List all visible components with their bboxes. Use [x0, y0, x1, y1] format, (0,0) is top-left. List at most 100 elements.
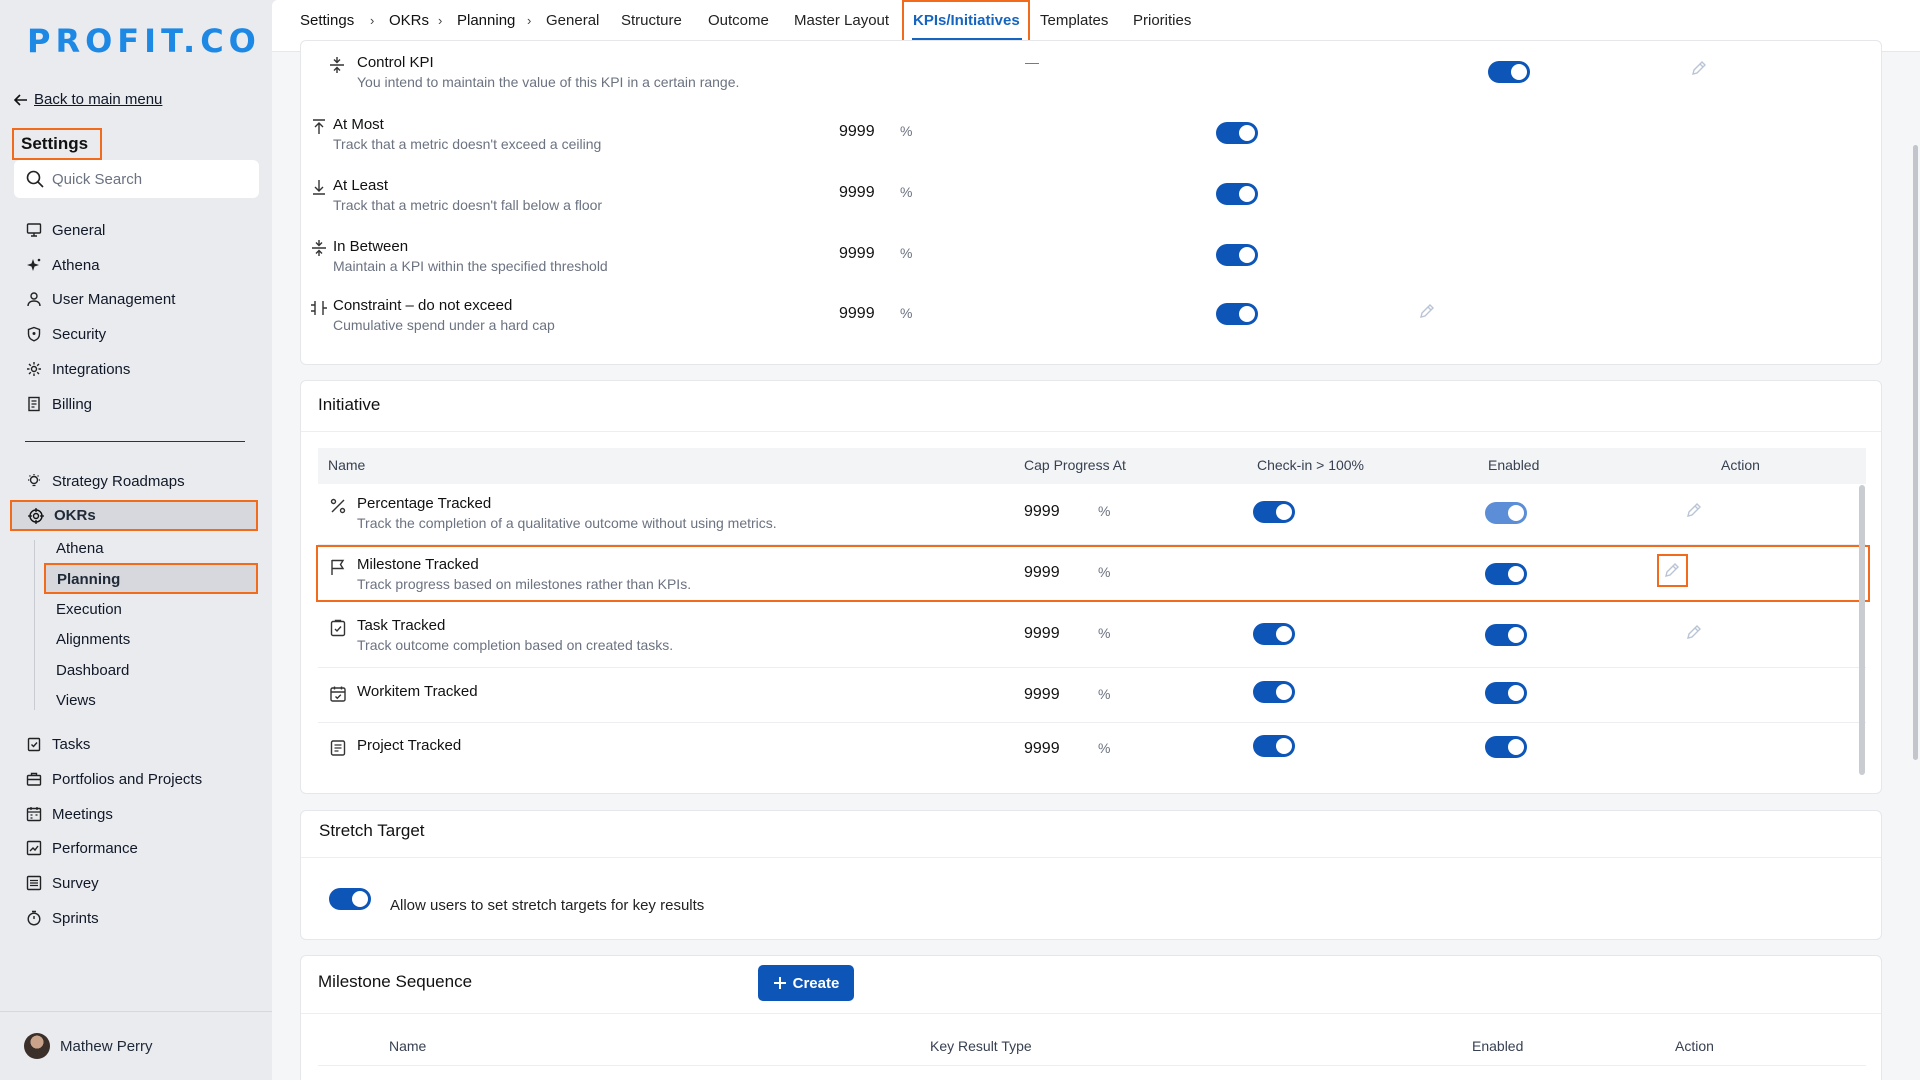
tab-structure[interactable]: Structure: [621, 12, 682, 29]
shield-icon: [27, 326, 41, 342]
sidebar-item-label: Survey: [52, 874, 99, 892]
milestone-sequence-title: Milestone Sequence: [318, 972, 473, 991]
initiative-row-desc: Track progress based on milestones rathe…: [357, 576, 692, 592]
quick-search[interactable]: [14, 160, 259, 198]
sidebar-item-tasks[interactable]: Tasks: [26, 730, 90, 758]
edit-pencil-icon[interactable]: [1418, 302, 1436, 320]
kpi-row-desc: Cumulative spend under a hard cap: [333, 317, 555, 333]
create-button-label: Create: [792, 974, 840, 992]
kpi-row-enabled-toggle[interactable]: [1216, 303, 1258, 325]
document-icon: [330, 740, 346, 756]
initiative-title: Initiative: [318, 395, 381, 414]
tab-master-layout[interactable]: Master Layout: [794, 12, 889, 29]
subnav-item-athena[interactable]: Athena: [56, 540, 104, 557]
kpi-row-title: In Between: [333, 238, 409, 255]
briefcase-icon: [26, 772, 42, 786]
col-header-action: Action: [1675, 1038, 1714, 1054]
initiative-row-title: Task Tracked: [357, 617, 446, 634]
sidebar-item-label: General: [52, 221, 106, 239]
kpi-row-desc: Maintain a KPI within the specified thre…: [333, 258, 608, 274]
initiative-row-unit: %: [1098, 564, 1111, 580]
checkin-toggle[interactable]: [1253, 681, 1295, 703]
sidebar-item-integrations[interactable]: Integrations: [26, 355, 130, 383]
edit-pencil-icon[interactable]: [1663, 561, 1681, 579]
sidebar-item-general[interactable]: General: [26, 216, 105, 244]
breadcrumb-okrs[interactable]: OKRs: [389, 12, 429, 29]
breadcrumb-settings[interactable]: Settings: [300, 12, 354, 29]
tab-general[interactable]: General: [546, 12, 599, 29]
percent-icon: [330, 498, 346, 514]
sidebar-item-label: Integrations: [52, 360, 131, 378]
sidebar-item-label: Billing: [52, 395, 93, 413]
initiative-table-scrollbar[interactable]: [1859, 485, 1865, 775]
avatar: [24, 1033, 50, 1059]
main-content: Settings › OKRs › Planning › General Str…: [272, 0, 1920, 1080]
initiative-row-value[interactable]: 9999: [1024, 564, 1060, 582]
initiative-row-unit: %: [1098, 740, 1111, 756]
sidebar-item-security[interactable]: Security: [26, 320, 106, 348]
kpi-row-value[interactable]: 9999: [839, 184, 875, 202]
subnav-item-alignments[interactable]: Alignments: [56, 631, 130, 648]
kpi-row-enabled-toggle[interactable]: [1216, 244, 1258, 266]
initiative-row-unit: %: [1098, 686, 1111, 702]
subnav-item-dashboard[interactable]: Dashboard: [56, 662, 129, 679]
stretch-target-title: Stretch Target: [319, 821, 425, 840]
edit-pencil-icon[interactable]: [1690, 59, 1708, 77]
back-to-main-menu-link[interactable]: Back to main menu: [14, 91, 162, 108]
arrow-down-floor-icon: [313, 180, 325, 195]
stretch-target-toggle[interactable]: [329, 888, 371, 910]
kpi-row-enabled-toggle[interactable]: [1216, 122, 1258, 144]
sidebar-item-survey[interactable]: Survey: [26, 869, 99, 897]
sidebar-item-meetings[interactable]: Meetings: [26, 800, 113, 828]
initiative-row-title: Workitem Tracked: [357, 683, 478, 700]
checkin-toggle[interactable]: [1253, 623, 1295, 645]
enabled-toggle[interactable]: [1485, 502, 1527, 524]
sidebar-item-portfolios[interactable]: Portfolios and Projects: [26, 765, 202, 793]
subnav-item-planning[interactable]: Planning: [44, 563, 258, 594]
milestone-row-highlight: [316, 545, 1870, 602]
sidebar-item-strategy-roadmaps[interactable]: Strategy Roadmaps: [26, 467, 185, 495]
checkin-toggle[interactable]: [1253, 501, 1295, 523]
initiative-row-value[interactable]: 9999: [1024, 686, 1060, 704]
create-button[interactable]: Create: [758, 965, 854, 1001]
initiative-row-value[interactable]: 9999: [1024, 503, 1060, 521]
tab-priorities[interactable]: Priorities: [1133, 12, 1191, 29]
sidebar-item-okrs[interactable]: OKRs: [10, 500, 258, 531]
kpi-row-value[interactable]: 9999: [839, 123, 875, 141]
sidebar-item-user-management[interactable]: User Management: [26, 285, 175, 313]
enabled-toggle[interactable]: [1485, 624, 1527, 646]
kpi-row-enabled-toggle[interactable]: [1216, 183, 1258, 205]
sidebar-item-sprints[interactable]: Sprints: [26, 904, 99, 932]
initiative-row-value[interactable]: 9999: [1024, 740, 1060, 758]
sidebar-item-athena[interactable]: Athena: [26, 251, 100, 279]
edit-pencil-icon[interactable]: [1685, 623, 1703, 641]
initiative-row-unit: %: [1098, 625, 1111, 641]
enabled-toggle[interactable]: [1485, 563, 1527, 585]
sidebar-item-billing[interactable]: Billing: [26, 390, 92, 418]
subnav-item-execution[interactable]: Execution: [56, 601, 122, 618]
stretch-target-label: Allow users to set stretch targets for k…: [390, 897, 705, 914]
stretch-target-card: [300, 810, 1882, 940]
initiative-row-unit: %: [1098, 503, 1111, 519]
subnav-item-views[interactable]: Views: [56, 692, 96, 709]
kpi-row-value[interactable]: 9999: [839, 305, 875, 323]
tab-templates[interactable]: Templates: [1040, 12, 1108, 29]
col-header-cap: Cap Progress At: [1024, 457, 1126, 473]
breadcrumb-planning[interactable]: Planning: [457, 12, 515, 29]
kpi-row-value[interactable]: 9999: [839, 245, 875, 263]
profit-co-logo[interactable]: PROFIT.CO: [27, 22, 261, 60]
search-input[interactable]: [52, 170, 242, 188]
control-kpi-value: —: [1025, 54, 1039, 70]
control-kpi-enabled-toggle[interactable]: [1488, 61, 1530, 83]
sidebar-item-label: Meetings: [52, 805, 113, 823]
page-scrollbar[interactable]: [1913, 145, 1918, 760]
enabled-toggle[interactable]: [1485, 682, 1527, 704]
sidebar-item-performance[interactable]: Performance: [26, 834, 138, 862]
enabled-toggle[interactable]: [1485, 736, 1527, 758]
initiative-row-value[interactable]: 9999: [1024, 625, 1060, 643]
tab-outcome[interactable]: Outcome: [708, 12, 769, 29]
edit-pencil-icon[interactable]: [1685, 501, 1703, 519]
sidebar-item-label: Sprints: [52, 909, 99, 927]
checkin-toggle[interactable]: [1253, 735, 1295, 757]
user-profile[interactable]: Mathew Perry: [0, 1011, 272, 1080]
